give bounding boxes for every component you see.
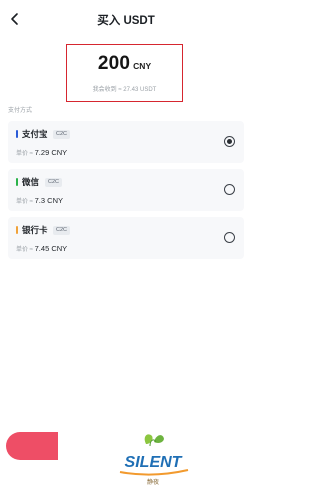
header: 买入 USDT [0, 0, 252, 40]
amount-box: 200 CNY 我会收到 ≈ 27.43 USDT [66, 44, 183, 102]
watermark-text: SILENT [125, 454, 183, 471]
amount-value: 200 [97, 53, 131, 74]
method-color-bar [16, 178, 18, 186]
c2c-badge: C2C [45, 178, 63, 187]
page-title: 买入 USDT [97, 15, 155, 27]
unit-price-value: 7.3 CNY [34, 196, 63, 205]
payment-option-wechat[interactable]: 微信 C2C 单价 ≈ 7.3 CNY [8, 169, 244, 211]
unit-price-label: 单价 ≈ [16, 247, 35, 253]
method-color-bar [16, 130, 18, 138]
amount-currency: CNY [133, 61, 152, 71]
c2c-badge: C2C [53, 226, 71, 235]
payment-option-bank-card[interactable]: 银行卡 C2C 单价 ≈ 7.45 CNY [8, 217, 244, 259]
unit-price: 单价 ≈ 7.3 CNY [16, 196, 63, 205]
c2c-badge: C2C [53, 130, 71, 139]
watermark-sub: 静夜 [147, 478, 159, 486]
payment-section-label: 支付方式 [8, 108, 33, 114]
radio-unselected[interactable] [224, 184, 235, 195]
method-color-bar [16, 226, 18, 234]
buy-button[interactable] [6, 432, 58, 460]
unit-price: 单价 ≈ 7.29 CNY [16, 148, 67, 157]
unit-price: 单价 ≈ 7.45 CNY [16, 244, 67, 253]
unit-price-label: 单价 ≈ [16, 151, 35, 157]
receive-estimate: 我会收到 ≈ 27.43 USDT [92, 87, 157, 93]
unit-price-value: 7.45 CNY [34, 244, 68, 253]
radio-unselected[interactable] [224, 232, 235, 243]
radio-selected[interactable] [224, 136, 235, 147]
unit-price-value: 7.29 CNY [34, 148, 68, 157]
watermark-logo: SILENT 静夜 [108, 430, 198, 492]
unit-price-label: 单价 ≈ [16, 199, 35, 205]
radio-dot [227, 139, 232, 144]
method-name: 微信 [22, 177, 40, 187]
method-name: 支付宝 [22, 129, 48, 139]
payment-option-alipay[interactable]: 支付宝 C2C 单价 ≈ 7.29 CNY [8, 121, 244, 163]
method-name: 银行卡 [22, 225, 48, 235]
amount-line: 200 CNY [67, 53, 182, 75]
